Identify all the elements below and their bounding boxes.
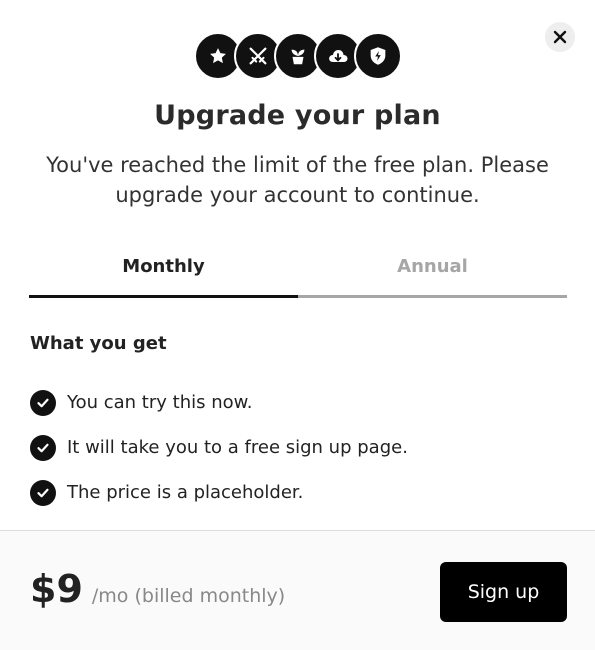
check-circle-icon: [30, 479, 56, 506]
benefits-heading: What you get: [30, 333, 167, 354]
feature-icon-row: [0, 32, 595, 80]
benefit-text: It will take you to a free sign up page.: [67, 437, 408, 458]
benefit-text: The price is a placeholder.: [67, 482, 304, 503]
sign-up-button[interactable]: Sign up: [440, 562, 567, 622]
shield-bolt-icon: [353, 32, 402, 80]
billing-tabs: Monthly Annual: [29, 252, 567, 298]
benefits-list: You can try this now. It will take you t…: [30, 380, 408, 515]
check-circle-icon: [30, 389, 56, 416]
price-period: /mo (billed monthly): [91, 585, 286, 607]
tab-monthly[interactable]: Monthly: [29, 252, 298, 298]
modal-title: Upgrade your plan: [154, 100, 441, 131]
check-circle-icon: [30, 434, 56, 461]
tab-annual[interactable]: Annual: [298, 252, 567, 298]
benefit-text: You can try this now.: [67, 392, 253, 413]
upgrade-modal: Upgrade your plan You've reached the lim…: [0, 0, 595, 650]
price-amount: $9: [30, 567, 83, 611]
benefit-item: You can try this now.: [30, 380, 408, 425]
modal-subtitle: You've reached the limit of the free pla…: [46, 153, 549, 207]
price-display: $9 /mo (billed monthly): [30, 567, 285, 611]
pricing-footer: $9 /mo (billed monthly) Sign up: [0, 530, 595, 650]
benefit-item: It will take you to a free sign up page.: [30, 425, 408, 470]
benefit-item: The price is a placeholder.: [30, 470, 408, 515]
